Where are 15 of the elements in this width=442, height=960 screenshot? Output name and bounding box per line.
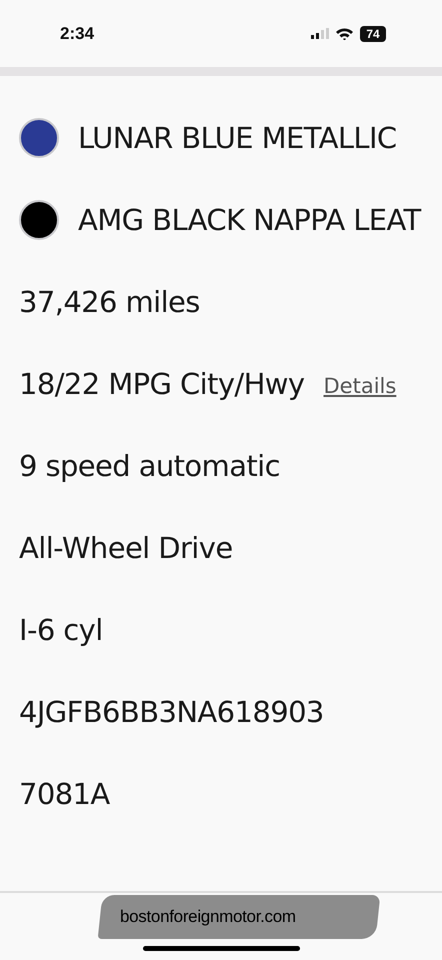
spec-value: 18/22 MPG City/Hwy [19, 367, 304, 401]
signal-icon [311, 28, 329, 39]
battery-icon: 74 [360, 26, 386, 42]
wifi-icon [336, 28, 353, 40]
color-name: LUNAR BLUE METALLIC [78, 121, 397, 155]
color-name: AMG BLACK NAPPA LEAT [78, 203, 421, 237]
status-time: 2:34 [60, 24, 96, 44]
url-text[interactable]: bostonforeignmotor.com [120, 907, 296, 927]
spec-value: I-6 cyl [19, 613, 103, 647]
spec-value: 7081A [19, 777, 110, 811]
spec-value: 37,426 miles [19, 285, 200, 319]
spec-value: 9 speed automatic [19, 449, 280, 483]
spec-value: All-Wheel Drive [19, 531, 233, 565]
spec-value: 4JGFB6BB3NA618903 [19, 695, 324, 729]
details-link[interactable]: Details [324, 374, 396, 398]
